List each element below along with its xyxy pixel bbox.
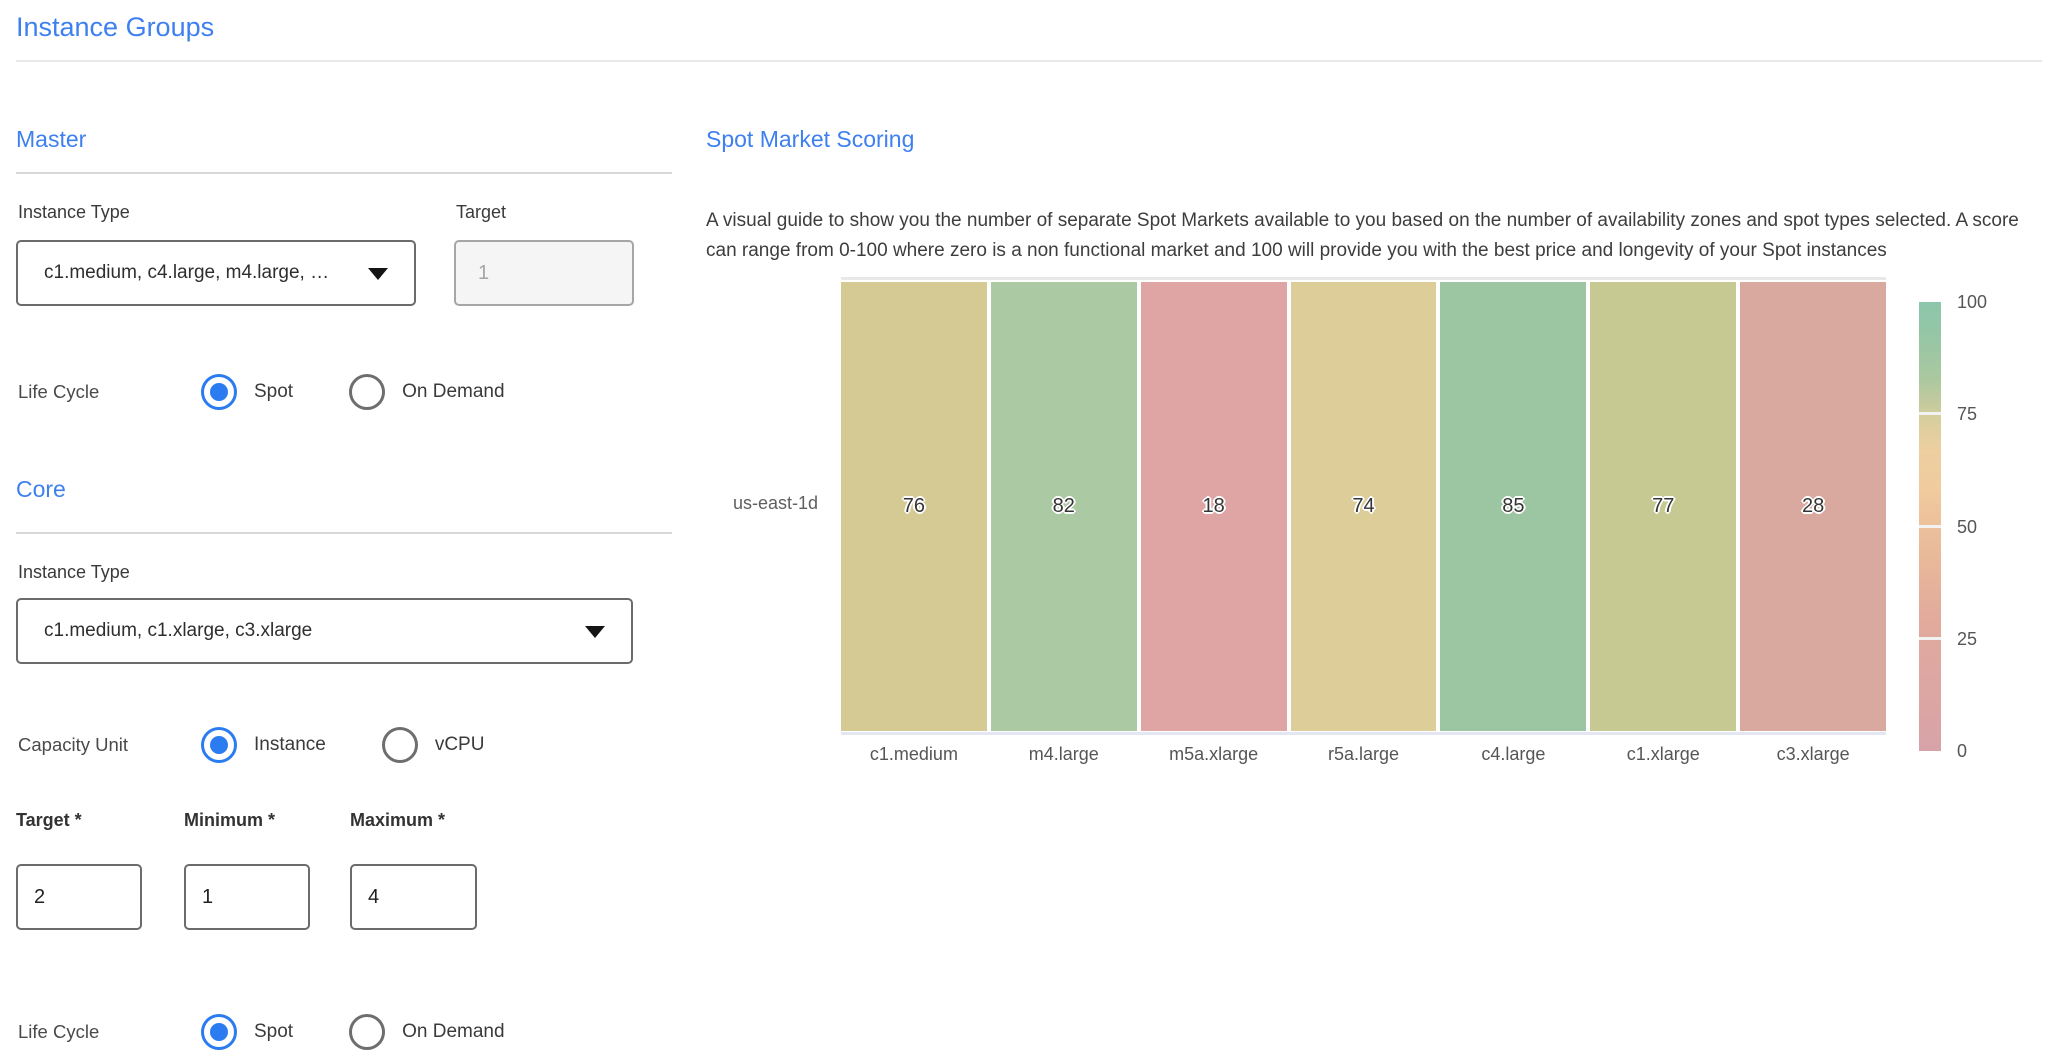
master-target-field-wrap [454,240,634,306]
colorbar-tick-label: 75 [1957,403,1977,425]
on-demand-radio-label: On Demand [402,1021,504,1043]
heatmap-bottom-border [841,732,1886,735]
colorbar-tick-line [1919,637,1941,640]
on-demand-radio-label: On Demand [402,381,504,403]
spot-market-heatmap: 76 82 18 74 85 77 28 [841,282,1886,731]
spot-radio-label: Spot [254,381,293,403]
instance-radio-label: Instance [254,734,326,756]
heatmap-x-labels: c1.mediumm4.largem5a.xlarger5a.largec4.l… [841,744,1886,765]
heatmap-cell[interactable]: 76 [841,282,987,731]
core-instance-type-value: c1.medium, c1.xlarge, c3.xlarge [44,620,312,642]
colorbar-tick-line [1919,412,1941,415]
heatmap-x-label: m4.large [991,744,1137,765]
spot-market-heading: Spot Market Scoring [706,126,914,153]
master-instance-type-select[interactable]: c1.medium, c4.large, m4.large, … [16,240,416,306]
master-target-input[interactable] [454,240,634,306]
vcpu-radio-label: vCPU [435,734,485,756]
heatmap-cell-value: 77 [1652,495,1674,518]
spot-market-description: A visual guide to show you the number of… [706,206,2040,266]
master-life-cycle-row: Life Cycle Spot On Demand [16,372,688,412]
heatmap-top-border [841,277,1886,280]
spot-radio[interactable] [201,374,237,410]
master-instance-type-value: c1.medium, c4.large, m4.large, … [44,262,329,284]
capacity-unit-label: Capacity Unit [16,734,201,756]
master-life-cycle-label: Life Cycle [16,381,201,403]
instance-radio[interactable] [201,727,237,763]
heatmap-cell[interactable]: 74 [1291,282,1437,731]
spot-market-panel: Spot Market Scoring A visual guide to sh… [706,0,2058,1058]
on-demand-radio[interactable] [349,1014,385,1050]
capacity-unit-radio-group: Instance vCPU [201,727,540,763]
core-target-label: Target * [16,810,82,831]
master-divider [16,172,672,174]
core-instance-type-label: Instance Type [18,562,130,583]
core-life-cycle-label: Life Cycle [16,1021,201,1043]
heatmap-cell[interactable]: 85 [1440,282,1586,731]
heatmap-cell-value: 82 [1053,495,1075,518]
core-divider [16,532,672,534]
core-maximum-input[interactable] [350,864,477,930]
spot-radio-label: Spot [254,1021,293,1043]
core-target-field-wrap [16,864,142,930]
core-minimum-label: Minimum * [184,810,275,831]
core-maximum-label: Maximum * [350,810,445,831]
heatmap-cell[interactable]: 18 [1141,282,1287,731]
master-section-heading: Master [16,126,86,153]
heatmap-x-label: c3.xlarge [1740,744,1886,765]
heatmap-cell[interactable]: 82 [991,282,1137,731]
colorbar-tick-label: 50 [1957,516,1977,538]
heatmap-x-label: c1.xlarge [1590,744,1736,765]
heatmap-x-label: m5a.xlarge [1141,744,1287,765]
vcpu-radio[interactable] [382,727,418,763]
core-capacity-unit-row: Capacity Unit Instance vCPU [16,725,688,765]
heatmap-y-label: us-east-1d [706,493,818,514]
core-target-input[interactable] [16,864,142,930]
heatmap-cell[interactable]: 28 [1740,282,1886,731]
master-life-cycle-radio-group: Spot On Demand [201,374,561,410]
heatmap-cell-value: 74 [1352,495,1374,518]
heatmap-x-label: r5a.large [1291,744,1437,765]
master-instance-type-label: Instance Type [18,202,130,223]
colorbar-tick-label: 0 [1957,740,1967,762]
core-minimum-field-wrap [184,864,310,930]
on-demand-radio[interactable] [349,374,385,410]
core-maximum-field-wrap [350,864,477,930]
chevron-down-icon [585,626,605,638]
heatmap-row: 76 82 18 74 85 77 28 [841,282,1886,731]
heatmap-cell-value: 28 [1802,495,1824,518]
core-life-cycle-radio-group: Spot On Demand [201,1014,561,1050]
colorbar-tick-line [1919,525,1941,528]
heatmap-cell-value: 85 [1502,495,1524,518]
core-instance-type-select[interactable]: c1.medium, c1.xlarge, c3.xlarge [16,598,633,664]
heatmap-cell-value: 76 [903,495,925,518]
core-section-heading: Core [16,476,66,503]
heatmap-cell-value: 18 [1203,495,1225,518]
chevron-down-icon [368,268,388,280]
colorbar-tick-label: 100 [1957,291,1987,313]
core-minimum-input[interactable] [184,864,310,930]
heatmap-cell[interactable]: 77 [1590,282,1736,731]
instance-groups-form: Master Instance Type c1.medium, c4.large… [16,0,688,1058]
colorbar-tick-label: 25 [1957,628,1977,650]
heatmap-x-label: c1.medium [841,744,987,765]
heatmap-x-label: c4.large [1440,744,1586,765]
master-target-label: Target [456,202,506,223]
spot-radio[interactable] [201,1014,237,1050]
core-life-cycle-row: Life Cycle Spot On Demand [16,1012,688,1052]
